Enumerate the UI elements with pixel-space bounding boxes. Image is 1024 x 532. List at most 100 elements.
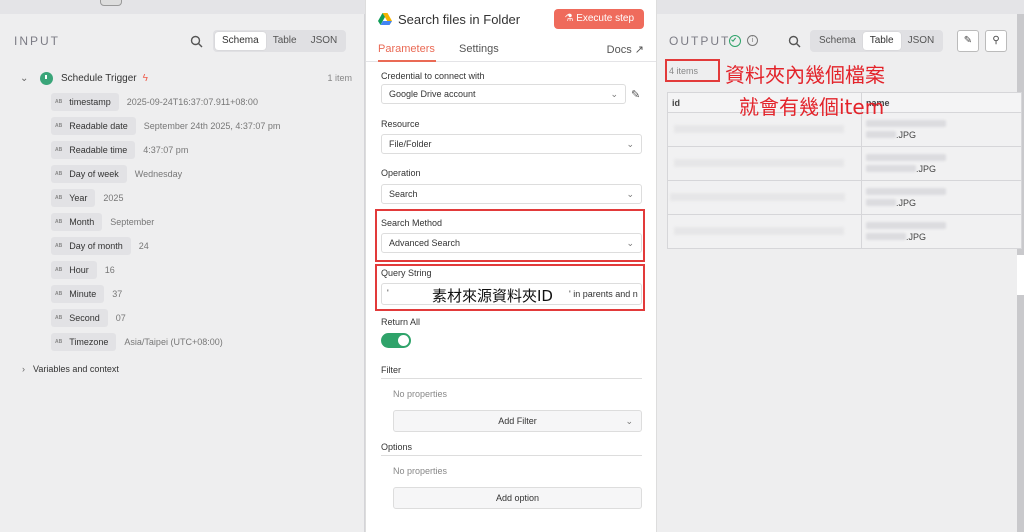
field-key: Hour bbox=[69, 265, 89, 275]
search-method-value: Advanced Search bbox=[389, 238, 461, 248]
input-view-schema[interactable]: Schema bbox=[215, 32, 266, 50]
pin-icon: ⚲ bbox=[992, 35, 1000, 46]
column-header-name[interactable]: name bbox=[861, 92, 1022, 113]
chevron-down-icon: ⌄ bbox=[626, 189, 634, 199]
field-key: Month bbox=[69, 217, 95, 227]
schema-field[interactable]: AB Timezone Asia/Taipei (UTC+08:00) bbox=[51, 333, 223, 351]
resource-label: Resource bbox=[381, 119, 420, 129]
chevron-down-icon: ⌄ bbox=[626, 238, 634, 248]
schema-field[interactable]: AB timestamp 2025-09-24T16:37:07.911+08:00 bbox=[51, 93, 258, 111]
field-key: timestamp bbox=[69, 97, 111, 107]
docs-link[interactable]: Docs ↗ bbox=[607, 43, 644, 56]
output-view-json[interactable]: JSON bbox=[901, 32, 942, 50]
pencil-icon: ✎ bbox=[963, 35, 973, 46]
return-all-toggle[interactable] bbox=[381, 333, 411, 348]
table-row: .JPG bbox=[667, 180, 1022, 215]
field-key: Day of month bbox=[69, 241, 123, 251]
trigger-item-count: 1 item bbox=[327, 73, 352, 83]
table-cell-id bbox=[667, 180, 862, 215]
schema-field[interactable]: AB Hour 16 bbox=[51, 261, 115, 279]
schema-field[interactable]: AB Month September bbox=[51, 213, 154, 231]
search-method-select[interactable]: Advanced Search ⌄ bbox=[381, 233, 642, 253]
tab-settings[interactable]: Settings bbox=[459, 43, 499, 55]
chevron-right-icon: › bbox=[22, 364, 25, 374]
field-key: Minute bbox=[69, 289, 97, 299]
chevron-down-icon[interactable]: ⌄ bbox=[20, 73, 34, 84]
chevron-down-icon: ⌄ bbox=[610, 89, 618, 99]
string-type-icon: AB bbox=[55, 267, 63, 273]
string-type-icon: AB bbox=[55, 147, 63, 153]
schema-field[interactable]: AB Second 07 bbox=[51, 309, 126, 327]
node-parameters-panel: Search files in Folder ⚗ Execute step Pa… bbox=[365, 0, 657, 532]
external-link-icon: ↗ bbox=[634, 44, 644, 56]
table-cell-id bbox=[667, 146, 862, 181]
node-header: Search files in Folder ⚗ Execute step bbox=[366, 0, 656, 38]
field-key: Second bbox=[69, 313, 100, 323]
options-empty-text: No properties bbox=[393, 466, 448, 476]
options-label: Options bbox=[381, 442, 413, 452]
canvas-backdrop-right bbox=[1016, 255, 1024, 295]
schema-field[interactable]: AB Day of week Wednesday bbox=[51, 165, 182, 183]
search-icon[interactable] bbox=[190, 35, 203, 48]
chevron-down-icon: ⌄ bbox=[625, 416, 633, 426]
input-view-toggle: Schema Table JSON bbox=[213, 30, 347, 52]
credential-label: Credential to connect with bbox=[381, 71, 485, 81]
query-string-input[interactable]: ' 素材來源資料夾ID ' in parents and n bbox=[381, 283, 642, 305]
schema-field[interactable]: AB Year 2025 bbox=[51, 189, 123, 207]
filter-empty-text: No properties bbox=[393, 389, 448, 399]
add-filter-button[interactable]: Add Filter ⌄ bbox=[393, 410, 642, 432]
output-view-toggle: Schema Table JSON bbox=[810, 30, 944, 52]
filter-label: Filter bbox=[381, 365, 401, 375]
trigger-name: Schedule Trigger bbox=[61, 72, 137, 84]
string-type-icon: AB bbox=[55, 195, 63, 201]
field-key: Year bbox=[69, 193, 88, 203]
credential-select[interactable]: Google Drive account ⌄ bbox=[381, 84, 626, 104]
schema-field[interactable]: AB Minute 37 bbox=[51, 285, 122, 303]
lightning-icon: ϟ bbox=[142, 72, 148, 84]
output-view-table[interactable]: Table bbox=[862, 32, 901, 50]
canvas-control[interactable] bbox=[100, 0, 122, 6]
pin-data-button[interactable]: ⚲ bbox=[985, 30, 1007, 52]
query-suffix: ' in parents and n bbox=[569, 289, 638, 299]
clock-icon bbox=[40, 71, 53, 85]
table-row: .JPG bbox=[667, 214, 1022, 249]
input-panel-label: INPUT bbox=[14, 34, 60, 48]
add-option-label: Add option bbox=[495, 493, 540, 503]
output-view-schema[interactable]: Schema bbox=[812, 32, 863, 50]
field-value: September bbox=[110, 217, 155, 227]
tab-parameters[interactable]: Parameters bbox=[378, 43, 435, 55]
execute-step-label: Execute step bbox=[576, 13, 634, 24]
operation-select[interactable]: Search ⌄ bbox=[381, 184, 642, 204]
file-extension: .JPG bbox=[916, 163, 937, 174]
input-view-table[interactable]: Table bbox=[266, 32, 304, 50]
field-key: Readable time bbox=[69, 145, 128, 155]
string-type-icon: AB bbox=[55, 123, 63, 129]
field-key: Day of week bbox=[69, 169, 119, 179]
variables-and-context[interactable]: › Variables and context bbox=[22, 364, 119, 374]
resource-value: File/Folder bbox=[389, 139, 432, 149]
schedule-trigger-row[interactable]: ⌄ Schedule Trigger ϟ 1 item bbox=[20, 68, 352, 88]
string-type-icon: AB bbox=[55, 315, 63, 321]
table-row: .JPG bbox=[667, 146, 1022, 181]
table-cell-name: .JPG bbox=[861, 214, 1022, 249]
string-type-icon: AB bbox=[55, 291, 63, 297]
table-cell-name: .JPG bbox=[861, 112, 1022, 147]
active-tab-indicator bbox=[378, 60, 436, 62]
query-folder-id-annotation: 素材來源資料夾ID bbox=[432, 287, 553, 305]
table-cell-id bbox=[667, 214, 862, 249]
schema-field[interactable]: AB Readable date September 24th 2025, 4:37… bbox=[51, 117, 280, 135]
search-icon[interactable] bbox=[788, 35, 801, 48]
field-value: 07 bbox=[115, 313, 126, 323]
string-type-icon: AB bbox=[55, 339, 63, 345]
schema-field[interactable]: AB Day of month 24 bbox=[51, 237, 149, 255]
execute-step-button[interactable]: ⚗ Execute step bbox=[554, 9, 644, 29]
input-panel: INPUT Schema Table JSON ⌄ Schedule Trigg… bbox=[0, 14, 365, 532]
schema-field[interactable]: AB Readable time 4:37:07 pm bbox=[51, 141, 188, 159]
add-option-button[interactable]: Add option bbox=[393, 487, 642, 509]
resource-select[interactable]: File/Folder ⌄ bbox=[381, 134, 642, 154]
edit-output-button[interactable]: ✎ bbox=[957, 30, 979, 52]
field-value: 2025-09-24T16:37:07.911+08:00 bbox=[126, 97, 258, 107]
info-icon[interactable]: i bbox=[747, 35, 758, 46]
edit-pencil-icon[interactable]: ✎ bbox=[631, 88, 640, 101]
input-view-json[interactable]: JSON bbox=[304, 32, 345, 50]
